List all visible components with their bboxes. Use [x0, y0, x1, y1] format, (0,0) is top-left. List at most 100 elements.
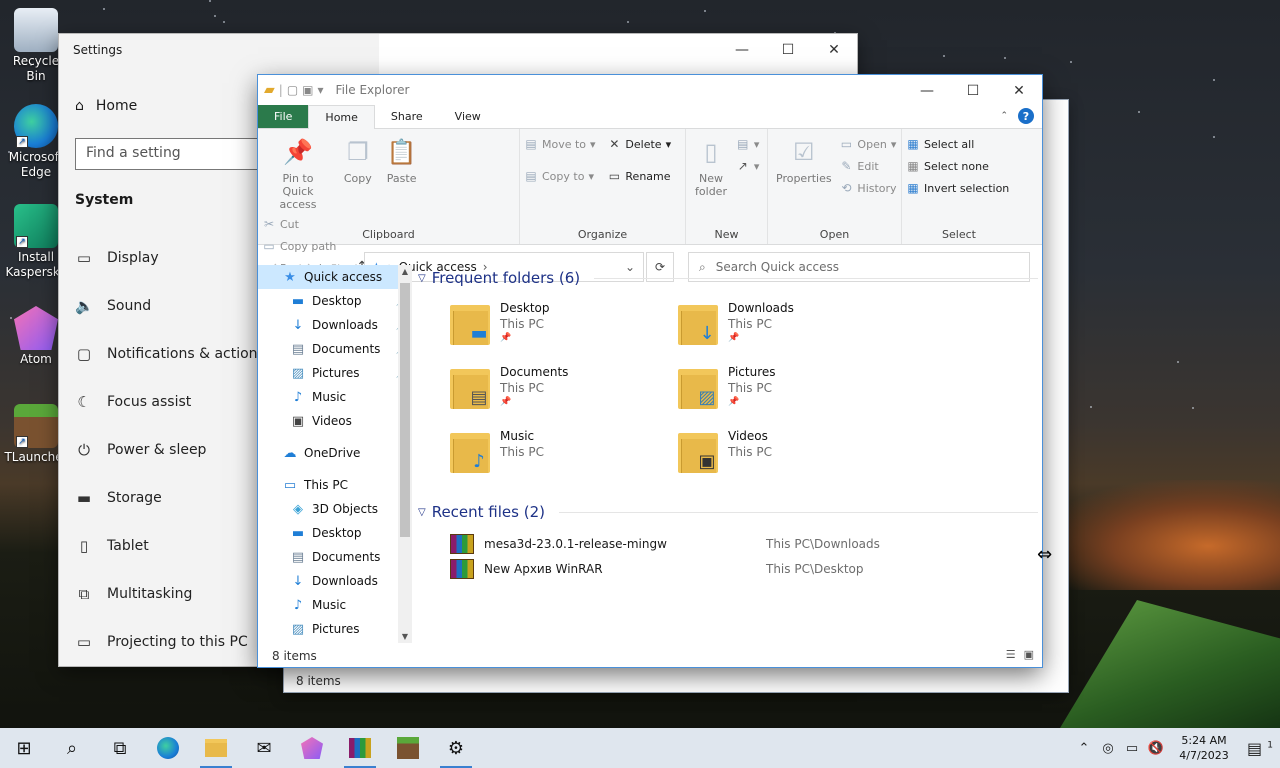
recent-file-row[interactable]: New Архив WinRAR This PC\Desktop [418, 556, 1038, 581]
nav-item-music[interactable]: ♪ Music [258, 385, 412, 409]
scroll-down-icon[interactable]: ▼ [398, 632, 412, 641]
folder-tile-videos[interactable]: ▣ Videos This PC [678, 427, 906, 483]
scroll-up-icon[interactable]: ▲ [398, 267, 412, 276]
maximize-button[interactable]: ☐ [950, 75, 996, 107]
frequent-folders-grid: ▬ Desktop This PC 📌 ↓ Downloads This PC 📌 ▤ Docum… [418, 291, 1038, 499]
nav-item-pictures[interactable]: ▨Pictures📌 [258, 361, 412, 385]
paste-button[interactable]: 📋 Paste [382, 133, 422, 187]
nav-item-desktop[interactable]: ▬ Desktop [258, 521, 412, 545]
scrollbar-thumb[interactable] [400, 283, 410, 537]
task-view-button[interactable]: ⧉ [96, 728, 144, 768]
start-button[interactable]: ⊞ [0, 728, 48, 768]
frequent-folders-header[interactable]: ▽ Frequent folders (6) [418, 265, 1038, 291]
close-button[interactable]: ✕ [996, 75, 1042, 107]
nav-item-this-pc[interactable]: ▭ This PC [258, 473, 412, 497]
documents-folder-icon: ▤ [450, 365, 492, 411]
action-center-button[interactable]: ▤ 1 [1240, 739, 1280, 758]
taskbar-tlauncher[interactable] [384, 728, 432, 768]
nav-item-videos[interactable]: ▣ Videos [258, 409, 412, 433]
settings-window-controls: — ☐ ✕ [719, 34, 857, 66]
navigation-scrollbar[interactable]: ▲ ▼ [398, 265, 412, 643]
nav-item-label: Pictures [312, 366, 360, 380]
taskbar-winrar[interactable] [336, 728, 384, 768]
nav-item-documents[interactable]: ▤ Documents [258, 545, 412, 569]
show-hidden-icons-icon[interactable]: ⌃ [1072, 741, 1096, 756]
desktop-icon-label: Install Kaspersky [5, 250, 67, 279]
folder-tile-desktop[interactable]: ▬ Desktop This PC 📌 [450, 299, 678, 355]
network-icon[interactable]: ▭ [1120, 741, 1144, 756]
easy-access-button[interactable]: ↗ ▾ [736, 157, 760, 175]
tab-share[interactable]: Share [375, 105, 439, 128]
nav-item-3d-objects[interactable]: ◈ 3D Objects [258, 497, 412, 521]
quick-access-toolbar: ▰ | ▢ ▣ ▾ [264, 82, 324, 98]
open-button[interactable]: ▭ Open ▾ [839, 135, 897, 153]
folder-name: Downloads [728, 301, 794, 315]
pin-to-quick-access-button[interactable]: 📌 Pin to Quick access [262, 133, 334, 213]
folder-icon [205, 739, 227, 757]
clock[interactable]: 5:24 AM 4/7/2023 [1168, 733, 1240, 763]
delete-x-icon: ✕ [609, 137, 620, 151]
close-button[interactable]: ✕ [811, 34, 857, 66]
nav-item-desktop[interactable]: ▬Desktop📌 [258, 289, 412, 313]
minimize-button[interactable]: — [904, 75, 950, 107]
folder-tile-pictures[interactable]: ▨ Pictures This PC 📌 [678, 363, 906, 419]
taskbar-atom[interactable] [288, 728, 336, 768]
nav-item-pictures[interactable]: ▨ Pictures [258, 617, 412, 641]
clipboard-group: 📌 Pin to Quick access ❐ Copy 📋 Paste ✂ Cu… [258, 129, 520, 275]
properties-button[interactable]: ☑ Properties [772, 133, 836, 187]
settings-home-link[interactable]: ⌂ Home [75, 98, 137, 114]
folder-name: Pictures [728, 365, 776, 379]
volume-muted-icon[interactable]: 🔇 [1144, 741, 1168, 756]
tab-view[interactable]: View [439, 105, 497, 128]
edit-button[interactable]: ✎ Edit [839, 157, 896, 175]
maximize-button[interactable]: ☐ [765, 34, 811, 66]
kaspersky-icon: ↗ [14, 204, 58, 248]
delete-button[interactable]: ✕ Delete ▾ [607, 135, 671, 153]
properties-icon[interactable]: ▢ [287, 83, 298, 97]
minimize-button[interactable]: — [719, 34, 765, 66]
taskbar-settings[interactable]: ⚙ [432, 728, 480, 768]
nav-item-quick-access[interactable]: ★ Quick access [258, 265, 412, 289]
settings-nav-label: Sound [107, 298, 152, 314]
folder-tile-documents[interactable]: ▤ Documents This PC 📌 [450, 363, 678, 419]
select-none-button[interactable]: ▦ Select none [906, 157, 1009, 175]
new-folder-icon[interactable]: ▣ [302, 83, 313, 97]
large-icons-view-icon[interactable]: ▣ [1024, 648, 1034, 661]
organize-group-label: Organize [577, 228, 628, 241]
copy-button[interactable]: ❐ Copy [338, 133, 378, 187]
help-icon[interactable]: ? [1018, 108, 1034, 124]
meet-now-icon[interactable]: ◎ [1096, 741, 1120, 756]
nav-item-label: Downloads [312, 318, 378, 332]
nav-item-downloads[interactable]: ↓ Downloads [258, 569, 412, 593]
move-to-button[interactable]: ▤ Move to ▾ [524, 135, 595, 153]
search-button[interactable]: ⌕ [48, 728, 96, 768]
tab-home[interactable]: Home [308, 105, 375, 129]
tab-file[interactable]: File [258, 105, 309, 128]
customize-toolbar-icon[interactable]: ▾ [318, 83, 324, 97]
settings-section-title: System [75, 192, 134, 208]
settings-search-input[interactable]: Find a setting [75, 138, 275, 170]
projecting-icon: ▭ [76, 633, 92, 651]
rename-button[interactable]: ▭ Rename [607, 167, 671, 185]
nav-item-documents[interactable]: ▤Documents📌 [258, 337, 412, 361]
invert-selection-button[interactable]: ▦ Invert selection [906, 179, 1009, 197]
recent-file-row[interactable]: mesa3d-23.0.1-release-mingw This PC\Downl… [418, 531, 1038, 556]
history-button[interactable]: ⟲ History [839, 179, 896, 197]
select-all-button[interactable]: ▦ Select all [906, 135, 1009, 153]
recent-files-header[interactable]: ▽ Recent files (2) [418, 499, 1038, 525]
new-item-button[interactable]: ▤ ▾ [736, 135, 759, 153]
collapse-ribbon-icon[interactable]: ⌃ [1000, 111, 1008, 121]
nav-item-music[interactable]: ♪ Music [258, 593, 412, 617]
folder-location: This PC [500, 381, 544, 395]
nav-item-downloads[interactable]: ↓Downloads📌 [258, 313, 412, 337]
taskbar-mail[interactable]: ✉ [240, 728, 288, 768]
star [1213, 136, 1215, 138]
copy-to-button[interactable]: ▤ Copy to ▾ [524, 167, 596, 185]
new-folder-button[interactable]: ▯ New folder [690, 133, 732, 200]
folder-tile-downloads[interactable]: ↓ Downloads This PC 📌 [678, 299, 906, 355]
taskbar-edge[interactable] [144, 728, 192, 768]
folder-tile-music[interactable]: ♪ Music This PC [450, 427, 678, 483]
details-view-icon[interactable]: ☰ [1006, 648, 1016, 661]
nav-item-onedrive[interactable]: ☁ OneDrive [258, 441, 412, 465]
taskbar-file-explorer[interactable] [192, 728, 240, 768]
